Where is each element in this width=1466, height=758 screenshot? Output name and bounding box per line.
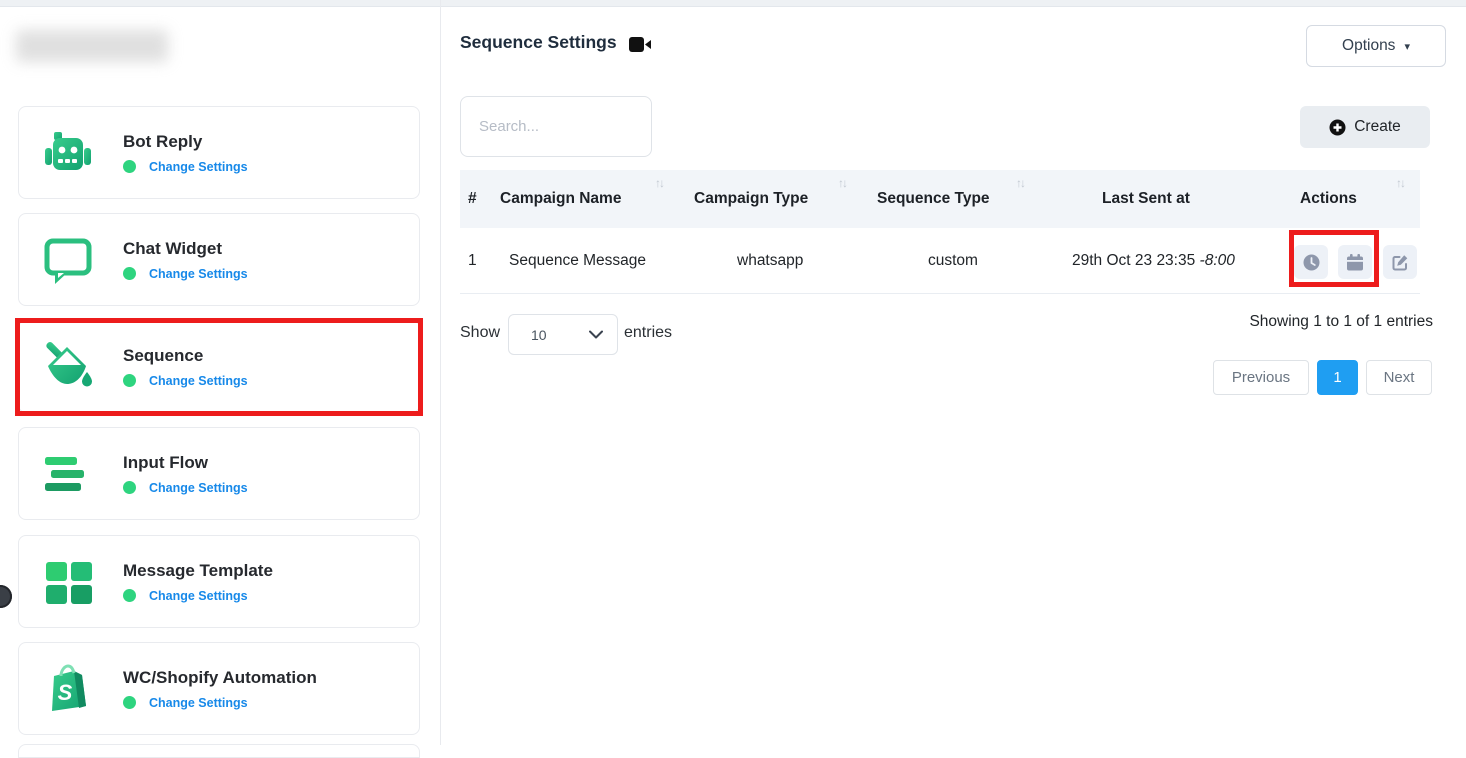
create-label: Create bbox=[1354, 118, 1401, 136]
pagination-next-button[interactable]: Next bbox=[1366, 360, 1432, 395]
schedule-clock-button[interactable] bbox=[1294, 245, 1328, 279]
sidebar-item-label: Message Template bbox=[123, 561, 273, 581]
sidebar-divider bbox=[440, 0, 441, 745]
sort-icon[interactable]: ↑↓ bbox=[655, 176, 663, 190]
change-settings-link[interactable]: Change Settings bbox=[149, 160, 248, 174]
column-header-campaign-type[interactable]: Campaign Type bbox=[694, 170, 808, 228]
status-dot bbox=[123, 481, 136, 494]
cell-last-sent-at: 29th Oct 23 23:35 -8:00 bbox=[1072, 228, 1235, 293]
status-dot bbox=[123, 267, 136, 280]
edit-button[interactable] bbox=[1383, 245, 1417, 279]
cell-index: 1 bbox=[468, 228, 477, 293]
options-label: Options bbox=[1342, 37, 1395, 55]
cell-campaign-type: whatsapp bbox=[737, 228, 803, 293]
change-settings-link[interactable]: Change Settings bbox=[149, 589, 248, 603]
video-camera-icon[interactable] bbox=[629, 36, 653, 58]
sequence-settings-page: Bot Reply Change Settings Chat Widget Ch… bbox=[0, 0, 1466, 745]
table-row-divider bbox=[460, 293, 1420, 294]
entries-label: entries bbox=[624, 324, 672, 342]
app-logo-blurred bbox=[16, 30, 168, 62]
search-input[interactable] bbox=[460, 96, 652, 157]
sort-icon[interactable]: ↑↓ bbox=[1016, 176, 1024, 190]
showing-entries-text: Showing 1 to 1 of 1 entries bbox=[1249, 313, 1433, 331]
calendar-button[interactable] bbox=[1338, 245, 1372, 279]
calendar-icon bbox=[1347, 254, 1363, 271]
column-header-last-sent[interactable]: Last Sent at bbox=[1102, 170, 1190, 228]
shopify-icon: S bbox=[39, 660, 97, 718]
top-strip bbox=[0, 0, 1466, 7]
sidebar-item-label: Bot Reply bbox=[123, 132, 248, 152]
column-header-index[interactable]: # bbox=[468, 170, 477, 228]
column-header-sequence-type[interactable]: Sequence Type bbox=[877, 170, 990, 228]
options-button[interactable]: Options ▾ bbox=[1306, 25, 1446, 67]
change-settings-link[interactable]: Change Settings bbox=[149, 267, 248, 281]
chevron-down-icon bbox=[589, 330, 603, 339]
entries-per-page-value: 10 bbox=[531, 327, 547, 343]
status-dot bbox=[123, 589, 136, 602]
column-header-actions[interactable]: Actions bbox=[1300, 170, 1357, 228]
pagination-previous-button[interactable]: Previous bbox=[1213, 360, 1309, 395]
sidebar-item-sequence[interactable]: Sequence Change Settings bbox=[18, 320, 420, 413]
change-settings-link[interactable]: Change Settings bbox=[149, 374, 248, 388]
sidebar-item-label: WC/Shopify Automation bbox=[123, 668, 317, 688]
sidebar-item-chat-widget[interactable]: Chat Widget Change Settings bbox=[18, 213, 420, 306]
bars-icon bbox=[39, 445, 97, 503]
change-settings-link[interactable]: Change Settings bbox=[149, 481, 248, 495]
sidebar-item-message-template[interactable]: Message Template Change Settings bbox=[18, 535, 420, 628]
cell-sequence-type: custom bbox=[928, 228, 978, 293]
edge-floating-button[interactable] bbox=[0, 585, 12, 608]
timezone-offset: -8:00 bbox=[1200, 252, 1235, 269]
chat-bubble-icon bbox=[39, 231, 97, 289]
page-title: Sequence Settings bbox=[460, 32, 617, 53]
sidebar-item-label: Chat Widget bbox=[123, 239, 248, 259]
caret-down-icon: ▾ bbox=[1404, 40, 1410, 53]
status-dot bbox=[123, 374, 136, 387]
sidebar-item-wc-shopify[interactable]: S WC/Shopify Automation Change Settings bbox=[18, 642, 420, 735]
sidebar-item-input-flow[interactable]: Input Flow Change Settings bbox=[18, 427, 420, 520]
show-label: Show bbox=[460, 324, 500, 342]
paint-bucket-icon bbox=[39, 338, 97, 396]
status-dot bbox=[123, 160, 136, 173]
status-dot bbox=[123, 696, 136, 709]
edit-icon bbox=[1392, 254, 1409, 271]
create-button[interactable]: Create bbox=[1300, 106, 1430, 148]
bot-icon bbox=[39, 124, 97, 182]
sort-icon[interactable]: ↑↓ bbox=[838, 176, 846, 190]
sidebar-item-label: Input Flow bbox=[123, 453, 248, 473]
column-header-campaign-name[interactable]: Campaign Name bbox=[500, 170, 621, 228]
change-settings-link[interactable]: Change Settings bbox=[149, 696, 248, 710]
plus-circle-icon bbox=[1329, 119, 1346, 136]
sidebar-item-partial bbox=[18, 744, 420, 758]
sidebar-item-bot-reply[interactable]: Bot Reply Change Settings bbox=[18, 106, 420, 199]
grid-icon bbox=[39, 553, 97, 611]
cell-campaign-name: Sequence Message bbox=[509, 228, 646, 293]
entries-per-page-select[interactable]: 10 bbox=[508, 314, 618, 355]
sidebar-item-label: Sequence bbox=[123, 346, 248, 366]
clock-icon bbox=[1303, 254, 1320, 271]
svg-text:S: S bbox=[58, 680, 73, 705]
pagination-page-1-button[interactable]: 1 bbox=[1317, 360, 1358, 395]
sort-icon[interactable]: ↑↓ bbox=[1396, 176, 1404, 190]
